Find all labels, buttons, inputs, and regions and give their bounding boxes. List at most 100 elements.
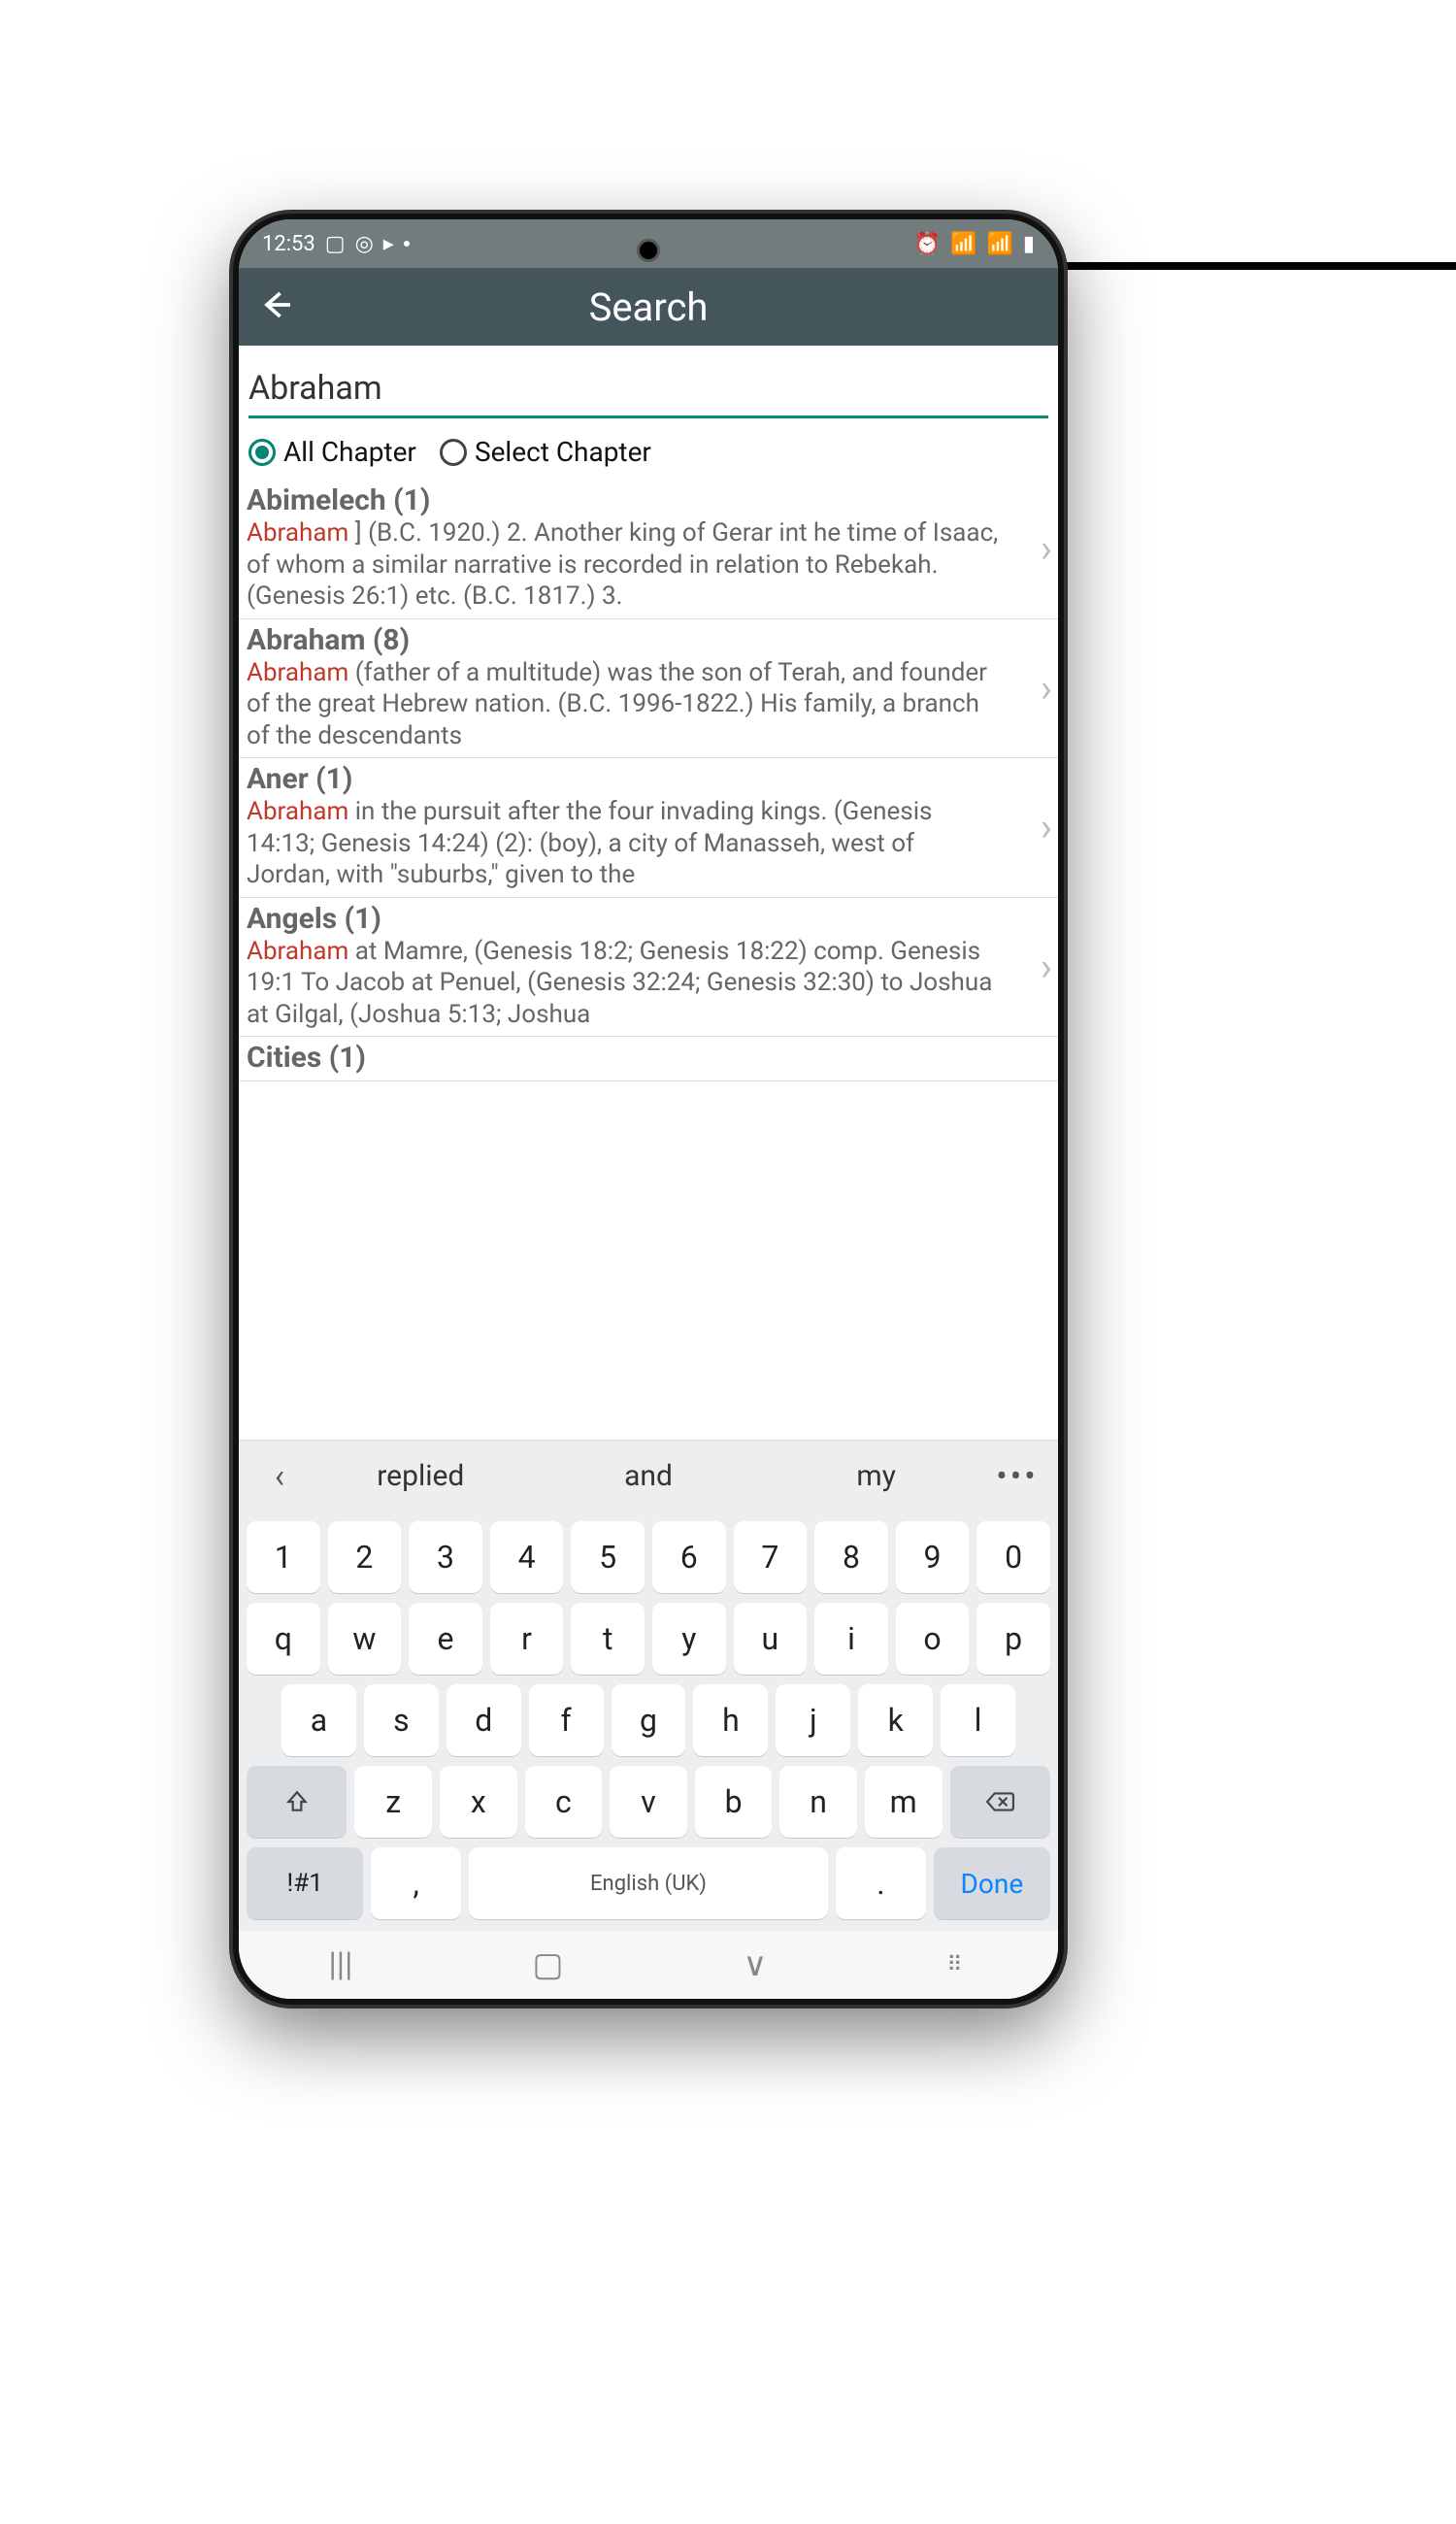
key-l[interactable]: l — [941, 1684, 1015, 1756]
filter-all-chapter[interactable]: All Chapter — [248, 436, 416, 468]
key-4[interactable]: 4 — [490, 1521, 564, 1593]
highlight-term: Abraham — [247, 797, 348, 826]
result-snippet: Abraham in the pursuit after the four in… — [247, 796, 1041, 891]
key-u[interactable]: u — [734, 1603, 808, 1675]
filter-select-chapter[interactable]: Select Chapter — [440, 436, 651, 468]
radio-selected-icon — [248, 439, 276, 466]
page-title: Search — [293, 284, 1004, 330]
key-8[interactable]: 8 — [814, 1521, 888, 1593]
key-z[interactable]: z — [354, 1766, 432, 1838]
key-space[interactable]: English (UK) — [469, 1847, 828, 1919]
nav-recents-icon[interactable]: ||| — [328, 1945, 352, 1984]
more-notifications-icon — [404, 241, 410, 247]
key-9[interactable]: 9 — [896, 1521, 970, 1593]
key-n[interactable]: n — [779, 1766, 857, 1838]
back-button[interactable] — [258, 287, 293, 326]
result-title: Cities (1) — [247, 1041, 1041, 1075]
kb-row-1: q w e r t y u i o p — [247, 1603, 1050, 1675]
keyboard-suggestion-bar: ‹ replied and my ••• — [239, 1440, 1058, 1511]
chevron-right-icon: › — [1041, 665, 1052, 711]
kb-row-numbers: 1 2 3 4 5 6 7 8 9 0 — [247, 1521, 1050, 1593]
chevron-right-icon: › — [1041, 526, 1052, 572]
app-header: Search — [239, 268, 1058, 346]
key-done[interactable]: Done — [934, 1847, 1050, 1919]
screen: 12:53 ▢ ◎ ▸ ⏰ 📶 📶 ▮ Search — [239, 219, 1058, 1999]
nav-keyboard-toggle-icon[interactable]: ⠿ — [946, 1953, 968, 1977]
key-e[interactable]: e — [409, 1603, 482, 1675]
kb-sugg-more-icon[interactable]: ••• — [990, 1457, 1044, 1496]
key-comma[interactable]: , — [371, 1847, 461, 1919]
phone-frame: 12:53 ▢ ◎ ▸ ⏰ 📶 📶 ▮ Search — [233, 214, 1064, 2005]
result-item[interactable]: Cities (1) — [239, 1037, 1058, 1081]
chevron-right-icon: › — [1041, 944, 1052, 989]
alarm-icon: ⏰ — [914, 232, 941, 256]
key-backspace[interactable] — [950, 1766, 1050, 1838]
search-box — [239, 346, 1058, 418]
key-6[interactable]: 6 — [652, 1521, 726, 1593]
whatsapp-icon: ◎ — [355, 232, 374, 256]
highlight-term: Abraham — [247, 658, 348, 687]
key-0[interactable]: 0 — [976, 1521, 1050, 1593]
key-shift[interactable] — [247, 1766, 347, 1838]
key-symbols[interactable]: !#1 — [247, 1847, 363, 1919]
search-input[interactable] — [248, 365, 1048, 418]
nav-home-icon[interactable]: ▢ — [532, 1945, 563, 1984]
kb-suggestion[interactable]: and — [535, 1459, 763, 1493]
key-3[interactable]: 3 — [409, 1521, 482, 1593]
kb-suggestion[interactable]: my — [762, 1459, 990, 1493]
key-i[interactable]: i — [814, 1603, 888, 1675]
key-q[interactable]: q — [247, 1603, 320, 1675]
key-5[interactable]: 5 — [571, 1521, 645, 1593]
chevron-right-icon: › — [1041, 805, 1052, 850]
key-o[interactable]: o — [896, 1603, 970, 1675]
key-c[interactable]: c — [525, 1766, 603, 1838]
key-x[interactable]: x — [440, 1766, 517, 1838]
result-item[interactable]: Abimelech (1) Abraham ] (B.C. 1920.) 2. … — [239, 480, 1058, 619]
signal-icon: 📶 — [950, 232, 976, 256]
camera-cutout — [637, 239, 660, 262]
on-screen-keyboard: 1 2 3 4 5 6 7 8 9 0 q w e r t y u i o — [239, 1511, 1058, 1931]
result-item[interactable]: Angels (1) Abraham at Mamre, (Genesis 18… — [239, 898, 1058, 1038]
key-t[interactable]: t — [571, 1603, 645, 1675]
signal-icon: 📶 — [986, 232, 1012, 256]
highlight-term: Abraham — [247, 518, 348, 548]
kb-row-bottom: !#1 , English (UK) . Done — [247, 1847, 1050, 1919]
key-j[interactable]: j — [776, 1684, 850, 1756]
key-7[interactable]: 7 — [734, 1521, 808, 1593]
key-a[interactable]: a — [281, 1684, 356, 1756]
phone-cable — [1063, 262, 1456, 270]
key-d[interactable]: d — [447, 1684, 521, 1756]
kb-suggestion[interactable]: replied — [307, 1459, 535, 1493]
key-g[interactable]: g — [612, 1684, 686, 1756]
result-item[interactable]: Abraham (8) Abraham (father of a multitu… — [239, 619, 1058, 759]
key-1[interactable]: 1 — [247, 1521, 320, 1593]
image-icon: ▢ — [325, 232, 346, 256]
key-period[interactable]: . — [836, 1847, 926, 1919]
kb-sugg-back-icon[interactable]: ‹ — [252, 1457, 307, 1496]
status-time: 12:53 — [262, 232, 315, 256]
key-h[interactable]: h — [693, 1684, 768, 1756]
key-2[interactable]: 2 — [328, 1521, 402, 1593]
radio-unselected-icon — [440, 439, 467, 466]
result-title: Abraham (8) — [247, 623, 1041, 657]
filter-all-label: All Chapter — [283, 436, 416, 468]
key-k[interactable]: k — [858, 1684, 933, 1756]
key-f[interactable]: f — [529, 1684, 604, 1756]
result-snippet: Abraham (father of a multitude) was the … — [247, 657, 1041, 752]
result-title: Angels (1) — [247, 902, 1041, 936]
key-p[interactable]: p — [976, 1603, 1050, 1675]
result-title: Aner (1) — [247, 762, 1041, 796]
result-snippet: Abraham at Mamre, (Genesis 18:2; Genesis… — [247, 936, 1041, 1031]
key-r[interactable]: r — [490, 1603, 564, 1675]
result-item[interactable]: Aner (1) Abraham in the pursuit after th… — [239, 758, 1058, 898]
key-v[interactable]: v — [610, 1766, 687, 1838]
result-snippet: Abraham ] (B.C. 1920.) 2. Another king o… — [247, 517, 1041, 613]
search-results: Abimelech (1) Abraham ] (B.C. 1920.) 2. … — [239, 480, 1058, 1440]
key-b[interactable]: b — [695, 1766, 773, 1838]
key-m[interactable]: m — [865, 1766, 943, 1838]
key-y[interactable]: y — [652, 1603, 726, 1675]
nav-back-icon[interactable]: ∨ — [743, 1945, 767, 1984]
kb-row-3: z x c v b n m — [247, 1766, 1050, 1838]
key-w[interactable]: w — [328, 1603, 402, 1675]
key-s[interactable]: s — [364, 1684, 439, 1756]
